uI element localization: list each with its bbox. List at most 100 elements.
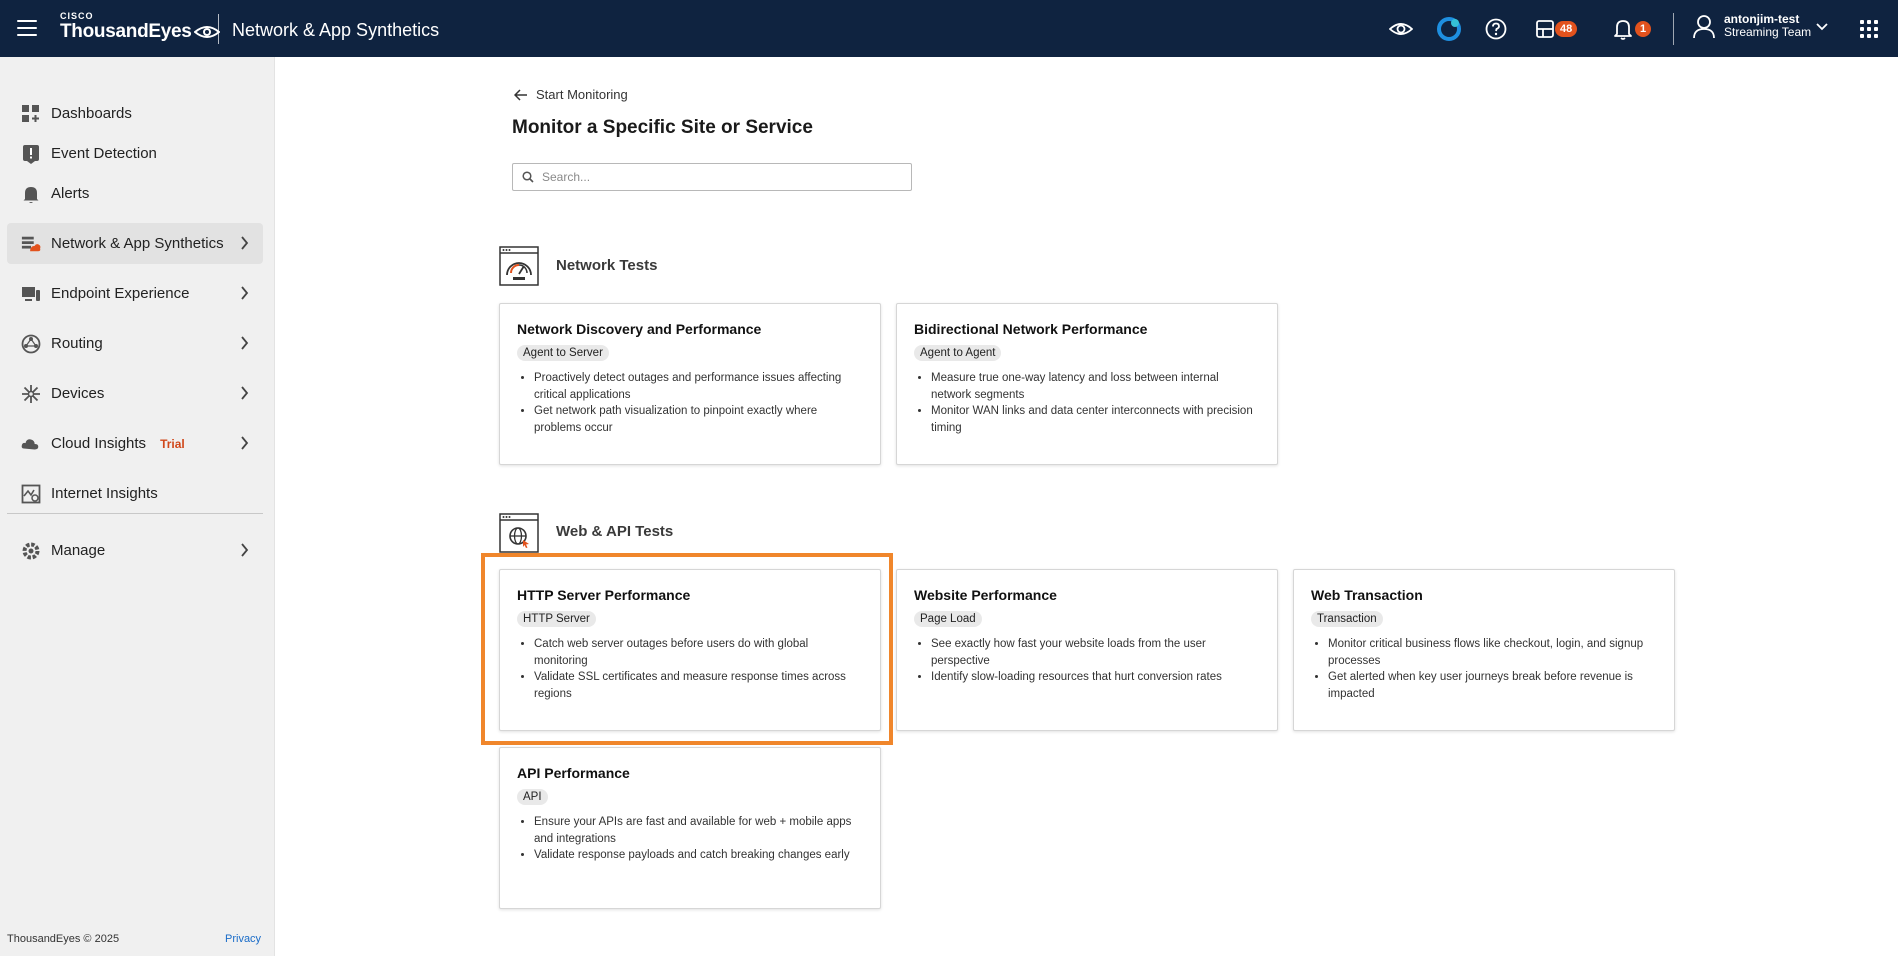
cisco-label: CISCO <box>60 11 94 21</box>
sidebar-item-label: Alerts <box>51 185 90 202</box>
product-title: Network & App Synthetics <box>232 20 440 40</box>
sidebar-item-alerts[interactable]: Alerts <box>7 173 263 214</box>
chevron-right-icon <box>241 436 249 450</box>
trial-badge: Trial <box>160 436 185 451</box>
brand-divider <box>218 14 219 44</box>
eye-logo-icon <box>193 26 220 38</box>
sidebar-item-network-app-synthetics[interactable]: Network & App Synthetics <box>7 223 263 264</box>
synthetics-icon <box>21 234 41 254</box>
sidebar-item-label: Network & App Synthetics <box>51 235 224 252</box>
card-bullets: See exactly how fast your website loads … <box>914 636 1260 686</box>
card-bullet: Get alerted when key user journeys break… <box>1328 669 1657 702</box>
back-link[interactable]: Start Monitoring <box>514 87 628 102</box>
sidebar-item-routing[interactable]: Routing <box>7 323 263 364</box>
bell-icon[interactable] <box>1610 16 1636 42</box>
menu-icon[interactable] <box>17 20 37 36</box>
top-header: CISCO ThousandEyes Network & App Synthet… <box>0 0 1898 57</box>
page-title: Monitor a Specific Site or Service <box>512 117 813 138</box>
card-title: Web Transaction <box>1311 587 1423 603</box>
user-menu[interactable]: antonjim-test Streaming Team <box>1692 13 1811 39</box>
sidebar-item-label: Event Detection <box>51 145 157 162</box>
back-label: Start Monitoring <box>536 87 628 102</box>
sidebar-item-label: Devices <box>51 385 105 402</box>
card-bullet: See exactly how fast your website loads … <box>931 636 1260 669</box>
dashboards-icon <box>21 104 41 124</box>
notification-badge: 1 <box>1635 21 1652 37</box>
eye-icon[interactable] <box>1388 16 1414 42</box>
sidebar-item-label: Routing <box>51 335 103 352</box>
card-chip: Agent to Server <box>517 345 609 361</box>
card-bullets: Measure true one-way latency and loss be… <box>914 370 1260 436</box>
sidebar-item-endpoint-experience[interactable]: Endpoint Experience <box>7 273 263 314</box>
card-chip: Agent to Agent <box>914 345 1002 361</box>
card-bullet: Monitor critical business flows like che… <box>1328 636 1657 669</box>
cloud-icon <box>21 434 41 454</box>
alerts-icon <box>21 184 41 204</box>
search-icon <box>522 171 534 183</box>
card-bullet: Validate response payloads and catch bre… <box>534 847 863 864</box>
user-icon <box>1693 15 1715 39</box>
sidebar-divider <box>7 513 263 514</box>
sidebar-item-label: Endpoint Experience <box>51 285 190 302</box>
sidebar-item-internet-insights[interactable]: Internet Insights <box>7 473 263 514</box>
manage-icon <box>21 541 41 561</box>
section-title-web-api-tests: Web & API Tests <box>556 523 674 540</box>
sidebar-item-manage[interactable]: Manage <box>7 530 263 571</box>
sidebar-item-event-detection[interactable]: Event Detection <box>7 133 263 174</box>
card-title: Bidirectional Network Performance <box>914 321 1148 337</box>
sidebar: Dashboards Event Detection Alerts Networ… <box>0 57 275 956</box>
chevron-right-icon <box>241 386 249 400</box>
card-bullet: Identify slow-loading resources that hur… <box>931 669 1260 686</box>
assistant-icon[interactable] <box>1436 16 1462 42</box>
card-title: API Performance <box>517 765 630 781</box>
chevron-right-icon <box>241 543 249 557</box>
card-title: Network Discovery and Performance <box>517 321 762 337</box>
card-bullets: Proactively detect outages and performan… <box>517 370 863 436</box>
network-tests-icon <box>499 246 539 286</box>
chevron-right-icon <box>241 336 249 350</box>
user-team: Streaming Team <box>1724 25 1812 39</box>
card-chip: Page Load <box>914 611 982 627</box>
chevron-right-icon <box>241 286 249 300</box>
event-detection-icon <box>21 144 41 164</box>
card-chip: Transaction <box>1311 611 1383 627</box>
endpoint-icon <box>21 284 41 304</box>
search-field[interactable] <box>512 163 912 191</box>
header-separator <box>1673 13 1674 45</box>
internet-insights-icon <box>21 484 41 504</box>
sidebar-item-dashboards[interactable]: Dashboards <box>7 93 263 134</box>
routing-icon <box>21 334 41 354</box>
sidebar-item-label: Cloud Insights <box>51 435 147 452</box>
highlight-box <box>481 553 893 745</box>
chevron-down-icon[interactable] <box>1815 22 1829 32</box>
app-grid-icon[interactable] <box>1860 20 1878 38</box>
card-chip: API <box>517 789 548 805</box>
devices-icon <box>21 384 41 404</box>
web-api-tests-icon <box>499 513 539 553</box>
card-bullet: Ensure your APIs are fast and available … <box>534 814 863 847</box>
brand-logo[interactable]: CISCO ThousandEyes <box>60 11 220 43</box>
card-bullet: Monitor WAN links and data center interc… <box>931 403 1260 436</box>
copyright-text: ThousandEyes © 2025 <box>7 933 120 945</box>
chevron-right-icon <box>241 236 249 250</box>
card-bidirectional-network[interactable]: Bidirectional Network Performance Agent … <box>896 303 1278 465</box>
search-input[interactable] <box>542 170 882 184</box>
card-bullets: Ensure your APIs are fast and available … <box>517 814 863 864</box>
brand-name: ThousandEyes <box>60 21 192 42</box>
dashboard-badge: 48 <box>1555 21 1578 37</box>
card-website-performance[interactable]: Website Performance Page Load See exactl… <box>896 569 1278 731</box>
help-icon[interactable] <box>1483 16 1509 42</box>
privacy-link[interactable]: Privacy <box>225 933 261 945</box>
arrow-left-icon <box>514 88 527 101</box>
card-api-performance[interactable]: API Performance API Ensure your APIs are… <box>499 747 881 909</box>
card-bullets: Monitor critical business flows like che… <box>1311 636 1657 702</box>
sidebar-item-devices[interactable]: Devices <box>7 373 263 414</box>
card-bullet: Proactively detect outages and performan… <box>534 370 863 403</box>
sidebar-item-label: Manage <box>51 542 106 559</box>
sidebar-item-cloud-insights[interactable]: Cloud Insights Trial <box>7 423 263 464</box>
sidebar-item-label: Internet Insights <box>51 485 158 502</box>
card-network-discovery[interactable]: Network Discovery and Performance Agent … <box>499 303 881 465</box>
card-bullet: Get network path visualization to pinpoi… <box>534 403 863 436</box>
sidebar-item-label: Dashboards <box>51 105 132 122</box>
card-web-transaction[interactable]: Web Transaction Transaction Monitor crit… <box>1293 569 1675 731</box>
